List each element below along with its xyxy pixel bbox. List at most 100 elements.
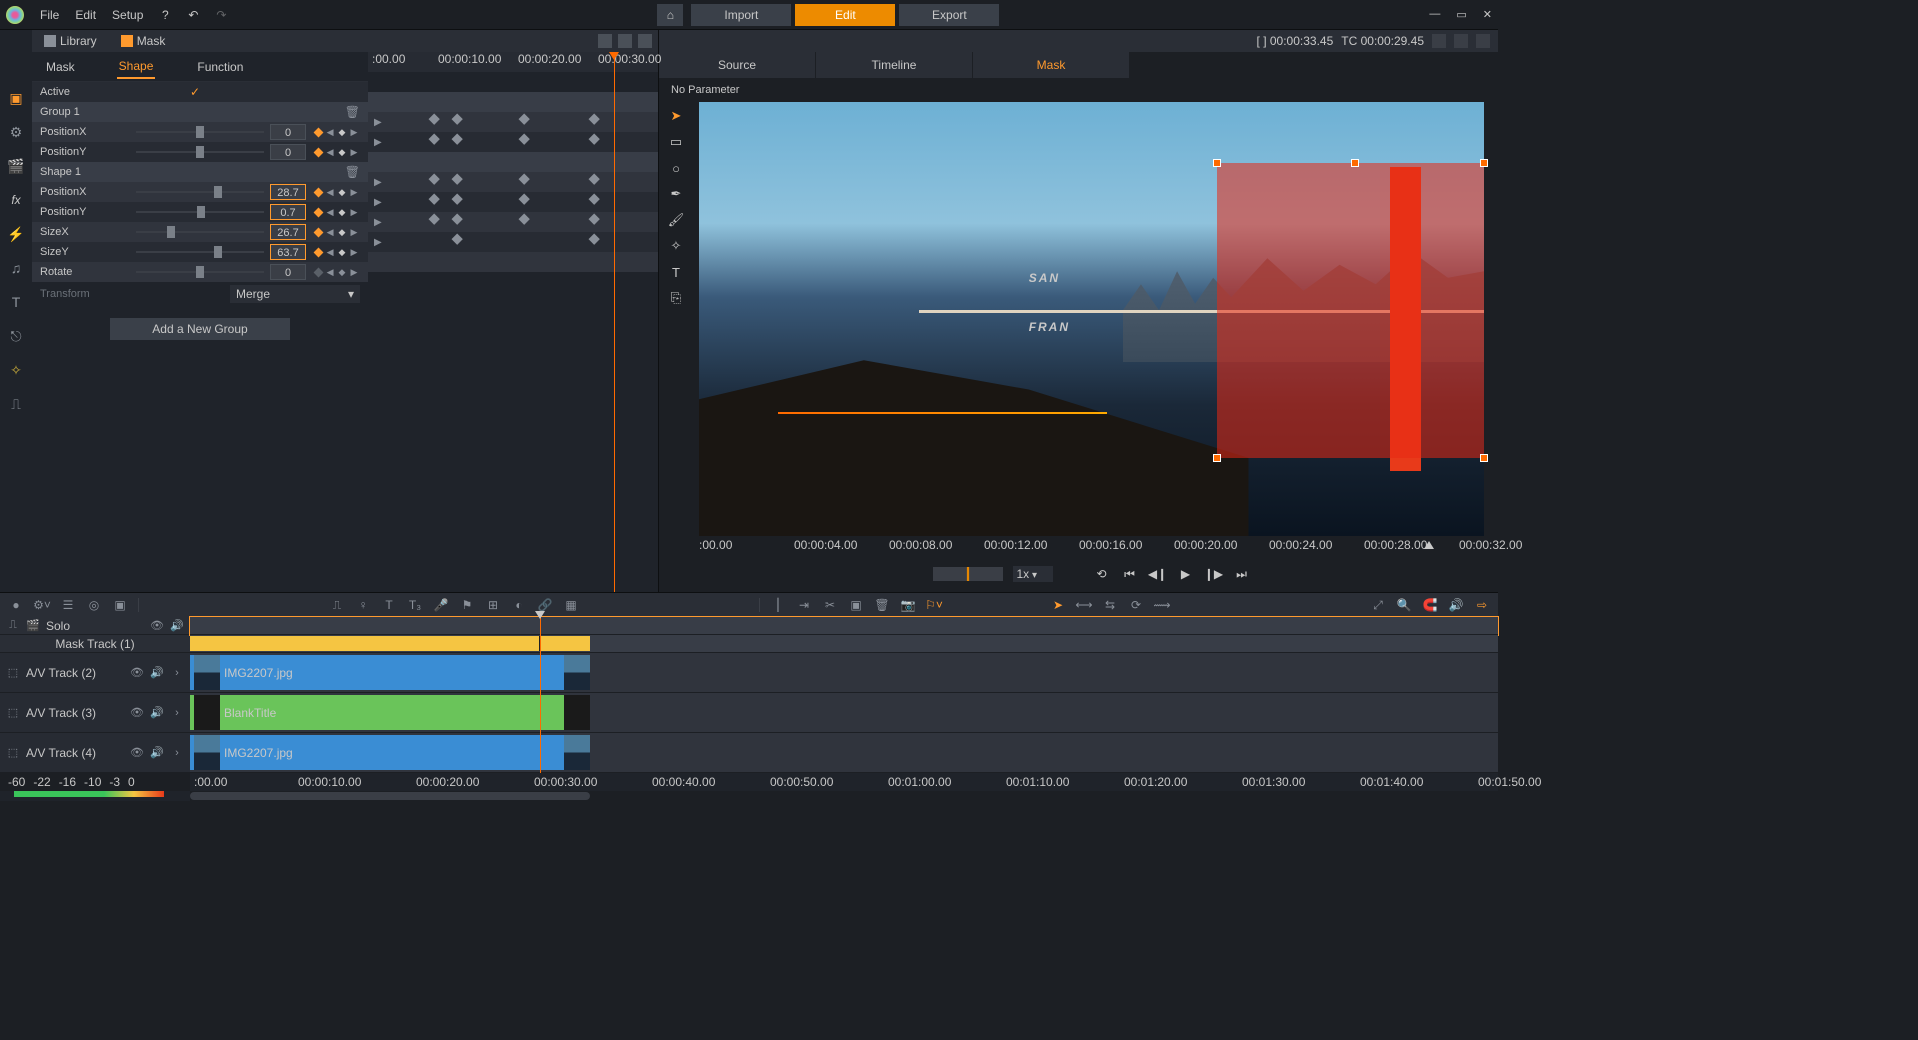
kf-prev-icon[interactable]: ◀ (327, 267, 334, 278)
mask-handle-tm[interactable] (1351, 159, 1359, 167)
step-fwd-icon[interactable]: ❙▶ (1205, 565, 1223, 583)
play-icon[interactable]: ▶ (1177, 565, 1195, 583)
mask-handle-bl[interactable] (1213, 454, 1221, 462)
trim-icon[interactable]: ▣ (848, 597, 864, 613)
kf-toggle-icon[interactable] (313, 247, 323, 257)
pen-tool-icon[interactable]: ✒ (668, 186, 684, 202)
kf-add-icon[interactable]: ◆ (339, 207, 346, 218)
video-clip[interactable]: IMG2207.jpg (190, 735, 590, 770)
menu-icon[interactable] (1476, 34, 1490, 48)
kf-next-icon[interactable]: ▶ (351, 247, 358, 258)
magnet-icon[interactable]: 🧲 (1422, 597, 1438, 613)
s-posy-slider[interactable] (136, 211, 264, 213)
eye-icon[interactable]: 👁 (130, 746, 144, 760)
multicam-icon[interactable]: ⊞ (485, 597, 501, 613)
s-posx-value[interactable]: 28.7 (270, 184, 306, 200)
mask-track-label[interactable]: Mask Track (1) (6, 637, 184, 651)
kf-next-icon[interactable]: ▶ (351, 267, 358, 278)
sizex-value[interactable]: 26.7 (270, 224, 306, 240)
kf-prev-icon[interactable]: ◀ (327, 187, 334, 198)
sidebar-gear-icon[interactable]: ⚙ (6, 122, 26, 142)
snapshot-icon[interactable]: 📷 (900, 597, 916, 613)
kf-add-icon[interactable]: ◆ (339, 127, 346, 138)
kf-next-icon[interactable]: ▶ (351, 207, 358, 218)
delete-icon[interactable]: 🗑 (874, 597, 890, 613)
expand-icon[interactable]: › (170, 706, 184, 720)
tl-gear-icon[interactable]: ⚙˅ (34, 597, 50, 613)
slide-icon[interactable]: ⇆ (1102, 597, 1118, 613)
kf-add-icon[interactable]: ◆ (339, 247, 346, 258)
g-posy-value[interactable]: 0 (270, 144, 306, 160)
kf-play-icon[interactable]: ▶ (374, 117, 382, 128)
undock-icon[interactable] (1432, 34, 1446, 48)
mask-handle-br[interactable] (1480, 454, 1488, 462)
timeline-playhead[interactable] (540, 611, 541, 773)
scroll-icon[interactable]: ⇨ (1474, 597, 1490, 613)
keyframe-area[interactable]: :00.00 00:00:10.00 00:00:20.00 00:00:30.… (368, 52, 658, 592)
slip-icon[interactable]: ⟷ (1076, 597, 1092, 613)
preview-tab-source[interactable]: Source (659, 52, 815, 78)
speaker-icon[interactable]: 🔊 (150, 706, 164, 720)
subtab-mask[interactable]: Mask (44, 56, 77, 78)
redo-icon[interactable]: ↷ (211, 5, 231, 25)
kf-toggle-icon[interactable] (313, 187, 323, 197)
help-icon[interactable]: ? (155, 5, 175, 25)
mask-rectangle[interactable] (1217, 163, 1484, 458)
sidebar-clapboard-icon[interactable]: 🎬 (6, 156, 26, 176)
kf-next-icon[interactable]: ▶ (351, 227, 358, 238)
sidebar-mask-icon[interactable]: ▣ (6, 88, 26, 108)
movie-icon[interactable]: 🎬 (26, 619, 40, 633)
kf-prev-icon[interactable]: ◀ (327, 147, 334, 158)
sidebar-text-icon[interactable]: T (6, 292, 26, 312)
menu-edit[interactable]: Edit (67, 4, 104, 26)
trash-icon[interactable]: 🗑 (345, 165, 360, 179)
rectangle-tool-icon[interactable]: ▭ (668, 134, 684, 150)
g-posx-slider[interactable] (136, 131, 264, 133)
goto-start-icon[interactable]: ⏮ (1121, 565, 1139, 583)
subtab-shape[interactable]: Shape (117, 55, 156, 79)
scroll-thumb[interactable] (190, 792, 590, 800)
sizey-value[interactable]: 63.7 (270, 244, 306, 260)
panel-undock-icon[interactable] (598, 34, 612, 48)
split-icon[interactable]: ⎮ (770, 597, 786, 613)
kf-toggle-icon[interactable] (313, 127, 323, 137)
step-back-icon[interactable]: ◀❙ (1149, 565, 1167, 583)
track-label[interactable]: A/V Track (4) (26, 746, 124, 760)
timeline-scrollbar[interactable] (190, 791, 1498, 801)
kf-next-icon[interactable]: ▶ (351, 187, 358, 198)
3d-title-icon[interactable]: T₃ (407, 597, 423, 613)
mask-clip[interactable] (190, 636, 590, 651)
minimize-icon[interactable]: — (1429, 8, 1440, 21)
voiceover-icon[interactable]: ♀ (355, 597, 371, 613)
g-posy-slider[interactable] (136, 151, 264, 153)
timeline-tracks[interactable]: IMG2207.jpg BlankTitle IMG2207.jpg (190, 617, 1498, 773)
roll-icon[interactable]: ⟳ (1128, 597, 1144, 613)
speed-dropdown[interactable]: 1x ▾ (1013, 566, 1053, 582)
layout-icon[interactable] (1454, 34, 1468, 48)
kf-add-icon[interactable]: ◆ (339, 187, 346, 198)
g-posx-value[interactable]: 0 (270, 124, 306, 140)
tracks-icon[interactable]: ⎍ (6, 619, 20, 633)
preview-tab-mask[interactable]: Mask (973, 52, 1129, 78)
sidebar-fx-icon[interactable]: fx (6, 190, 26, 210)
preview-playhead[interactable] (1424, 536, 1434, 549)
kf-play-icon[interactable]: ▶ (374, 197, 382, 208)
kf-prev-icon[interactable]: ◀ (327, 227, 334, 238)
video-clip[interactable]: IMG2207.jpg (190, 655, 590, 690)
mask-handle-tr[interactable] (1480, 159, 1488, 167)
active-checkbox[interactable]: ✓ (190, 85, 200, 99)
audio-scrub-icon[interactable]: 🔊 (1448, 597, 1464, 613)
s-posy-value[interactable]: 0.7 (270, 204, 306, 220)
kf-toggle-icon[interactable] (313, 267, 323, 277)
add-group-button[interactable]: Add a New Group (110, 318, 290, 340)
keyframe-playhead[interactable] (614, 52, 615, 592)
shuttle-slider[interactable] (933, 567, 1003, 581)
text-tool-icon[interactable]: T (668, 264, 684, 280)
transform-dropdown[interactable]: Merge ▾ (230, 285, 360, 303)
tl-layers-icon[interactable]: ▣ (112, 597, 128, 613)
ripple-icon[interactable]: ⇥ (796, 597, 812, 613)
panel-menu-icon[interactable] (638, 34, 652, 48)
preview-tab-timeline[interactable]: Timeline (816, 52, 972, 78)
sizey-slider[interactable] (136, 251, 264, 253)
s-posx-slider[interactable] (136, 191, 264, 193)
